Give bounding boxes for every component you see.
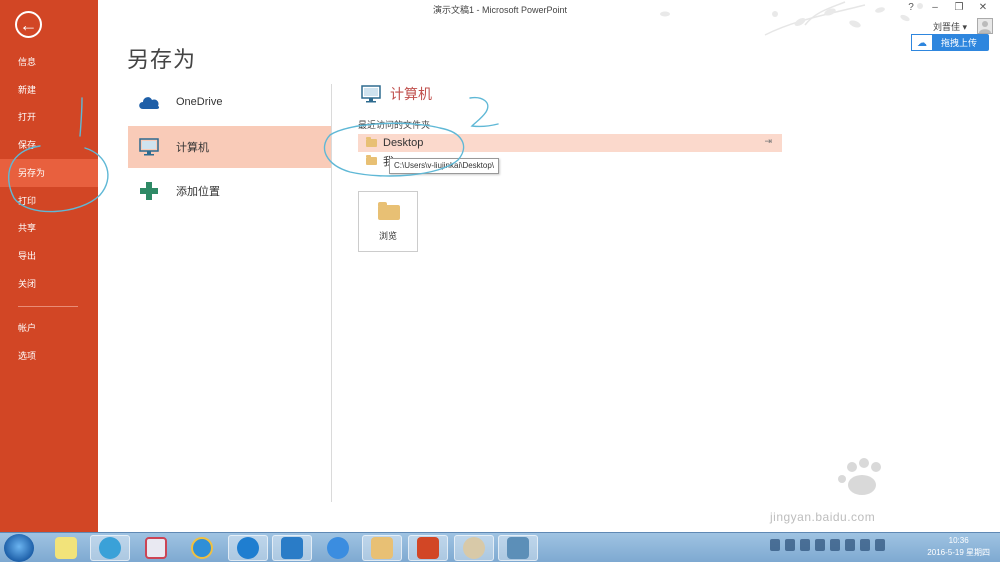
taskbar-sticky-notes[interactable]: [46, 535, 86, 561]
sidebar-item-open[interactable]: 打开: [0, 103, 98, 131]
open-folder-icon: [378, 202, 400, 220]
taskbar-powerpoint[interactable]: [408, 535, 448, 561]
recent-folder-desktop[interactable]: Desktop ⇥: [358, 134, 782, 152]
tray-icon[interactable]: [830, 539, 840, 551]
plus-icon: [136, 178, 162, 204]
section-title: 计算机: [360, 84, 432, 104]
clock-time: 10:36: [948, 536, 969, 545]
network-icon[interactable]: [845, 539, 855, 551]
sidebar-item-account[interactable]: 帐户: [0, 314, 98, 342]
column-divider: [331, 84, 332, 502]
folder-icon: [366, 137, 377, 147]
page-title: 另存为: [127, 47, 197, 72]
tray-icon[interactable]: [770, 539, 780, 551]
section-title-text: 计算机: [390, 86, 432, 102]
folder-icon: [371, 537, 393, 559]
tray-icon[interactable]: [815, 539, 825, 551]
browse-label: 浏览: [378, 231, 397, 241]
clock-date: 2016-5-19 星期四: [927, 548, 990, 557]
picture-icon: [507, 537, 529, 559]
baidu-cloud-icon: [327, 537, 349, 559]
sidebar-item-save-as[interactable]: 另存为: [0, 159, 98, 187]
location-label: 添加位置: [176, 186, 220, 198]
browser-icon: [237, 537, 259, 559]
flag-icon[interactable]: [875, 539, 885, 551]
system-tray: [770, 539, 885, 551]
onedrive-cloud-icon: [136, 89, 162, 115]
help-icon[interactable]: [785, 539, 795, 551]
taskbar-baidu-cloud[interactable]: [318, 535, 358, 561]
user-silhouette-icon: [979, 21, 991, 33]
sticky-notes-icon: [55, 537, 77, 559]
location-onedrive[interactable]: OneDrive: [128, 81, 332, 123]
upload-button[interactable]: ☁ 拖拽上传: [911, 34, 989, 51]
sidebar-divider: [18, 306, 78, 307]
paint-palette-icon: [463, 537, 485, 559]
handwritten-annotations: [7, 96, 499, 213]
user-name[interactable]: 刘晋佳 ▾: [933, 20, 967, 33]
windows-start-button[interactable]: [4, 534, 34, 562]
computer-monitor-icon: [361, 85, 381, 103]
computer-monitor-icon: [136, 134, 162, 160]
pin-icon[interactable]: ⇥: [764, 136, 772, 147]
sidebar-item-export[interactable]: 导出: [0, 242, 98, 270]
taskbar-internet-explorer[interactable]: [182, 535, 222, 561]
sidebar-item-print[interactable]: 打印: [0, 187, 98, 215]
back-arrow-icon[interactable]: ←: [15, 11, 42, 38]
sidebar-item-info[interactable]: 信息: [0, 48, 98, 76]
taskbar-browser[interactable]: [228, 535, 268, 561]
location-label: OneDrive: [176, 96, 223, 108]
upload-label: 拖拽上传: [941, 38, 978, 48]
location-add-place[interactable]: 添加位置: [128, 170, 332, 212]
sidebar-item-new[interactable]: 新建: [0, 76, 98, 104]
taskbar-picture-viewer[interactable]: [498, 535, 538, 561]
scissors-icon: [145, 537, 167, 559]
clock[interactable]: 10:36 2016-5-19 星期四: [927, 535, 990, 559]
decorative-floral-icon: [660, 1, 923, 36]
tray-icon[interactable]: [800, 539, 810, 551]
taskbar-file-explorer[interactable]: [362, 535, 402, 561]
path-tooltip: C:\Users\v-liujinkai\Desktop\: [389, 158, 500, 174]
sidebar-item-share[interactable]: 共享: [0, 214, 98, 242]
sidebar-item-close[interactable]: 关闭: [0, 270, 98, 298]
taskbar-paint[interactable]: [454, 535, 494, 561]
backstage-sidebar: ← 信息 新建 打开 保存 另存为 打印 共享 导出 关闭 帐户 选项: [0, 0, 98, 532]
location-computer[interactable]: 计算机: [128, 126, 332, 168]
taskbar: 10:36 2016-5-19 星期四: [0, 532, 1000, 562]
sidebar-item-save[interactable]: 保存: [0, 131, 98, 159]
watermark-text: jingyan.baidu.com: [770, 510, 876, 524]
avatar[interactable]: [977, 18, 993, 34]
restore-icon[interactable]: ❐: [952, 2, 966, 13]
taskbar-snipping-tool[interactable]: [136, 535, 176, 561]
taskbar-app-1[interactable]: [90, 535, 130, 561]
folder-icon: [366, 155, 377, 165]
recent-folders-label: 最近访问的文件夹: [358, 120, 431, 130]
close-icon[interactable]: ✕: [976, 2, 990, 13]
location-label: 计算机: [176, 142, 209, 154]
sidebar-item-options[interactable]: 选项: [0, 342, 98, 370]
recent-folder-label: Desktop: [383, 137, 424, 149]
powerpoint-icon: [417, 537, 439, 559]
browse-button[interactable]: 浏览: [358, 191, 418, 252]
cloud-upload-icon: ☁: [911, 34, 933, 51]
taskbar-cloud-app[interactable]: [272, 535, 312, 561]
volume-icon[interactable]: [860, 539, 870, 551]
internet-explorer-icon: [191, 537, 213, 559]
network-app-icon: [99, 537, 121, 559]
cloud-icon: [281, 537, 303, 559]
